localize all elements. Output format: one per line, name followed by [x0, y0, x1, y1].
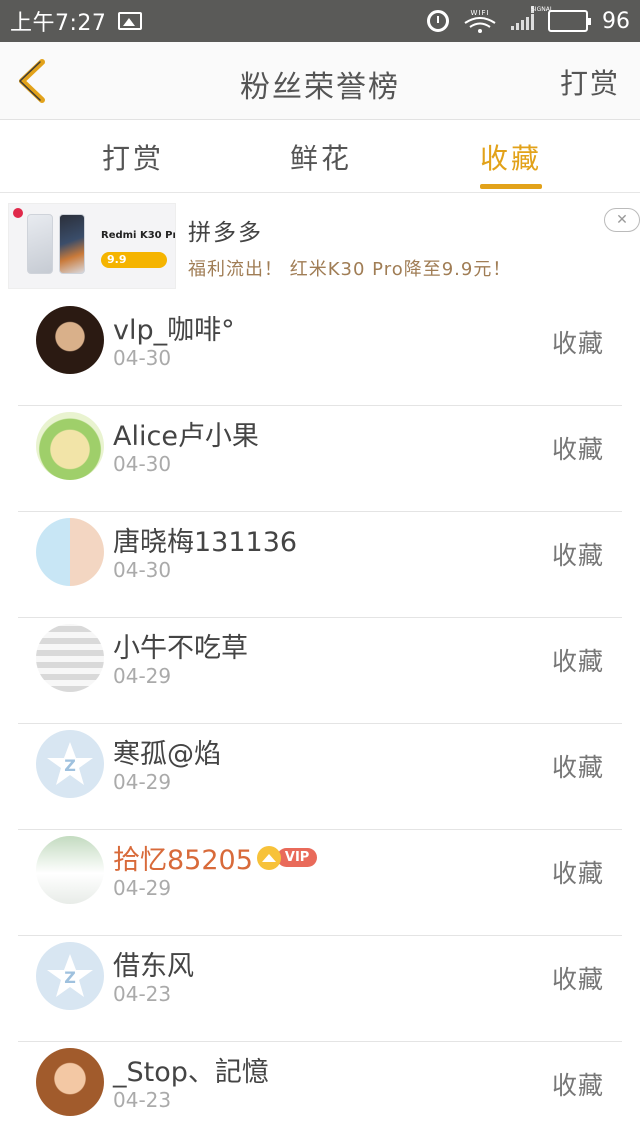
- user-name: Alice卢小果: [113, 421, 259, 452]
- avatar[interactable]: [36, 518, 104, 586]
- item-date: 04-29: [113, 664, 172, 688]
- item-date: 04-29: [113, 770, 172, 794]
- list-item[interactable]: 小牛不吃草 04-29 收藏: [18, 618, 622, 724]
- page-title: 粉丝荣誉榜: [240, 70, 400, 105]
- signal-icon: SIGNAL: [511, 6, 553, 30]
- crown-icon: [256, 845, 281, 870]
- tab-reward[interactable]: 打赏: [102, 137, 164, 177]
- avatar[interactable]: [36, 306, 104, 374]
- user-name: 唐晓梅131136: [113, 527, 298, 558]
- list-item[interactable]: _Stop、記憶 04-23 收藏: [18, 1042, 622, 1138]
- wifi-label: WIFI: [470, 9, 490, 17]
- avatar[interactable]: [36, 1048, 104, 1116]
- user-name: 寒孤@焰: [113, 739, 221, 770]
- phone-front-image: [59, 214, 85, 274]
- default-avatar-star-icon: Z: [47, 954, 93, 997]
- item-action: 收藏: [551, 1071, 604, 1100]
- phone-back-image: [27, 214, 53, 274]
- reward-button[interactable]: 打赏: [560, 62, 620, 102]
- svg-text:Z: Z: [64, 756, 76, 775]
- svg-text:Z: Z: [64, 968, 76, 987]
- status-bar: 上午7:27 WIFI SIGNAL 96: [0, 0, 640, 42]
- ad-price-value: 9.9: [107, 253, 127, 266]
- item-date: 04-30: [113, 558, 172, 582]
- item-action: 收藏: [551, 753, 604, 782]
- list-item[interactable]: vlp_咖啡° 04-30 收藏: [18, 300, 622, 406]
- item-action: 收藏: [551, 435, 604, 464]
- vip-badge: VIP: [276, 848, 318, 867]
- avatar[interactable]: [36, 412, 104, 480]
- item-date: 04-23: [113, 982, 172, 1006]
- user-name: vlp_咖啡°: [113, 315, 235, 346]
- status-icons: WIFI SIGNAL 96: [427, 6, 630, 34]
- alarm-icon: [427, 10, 449, 32]
- item-date: 04-23: [113, 1088, 172, 1112]
- ad-title[interactable]: 拼多多: [188, 213, 263, 247]
- ad-banner[interactable]: Redmi K30 Pro 9.9 拼多多 福利流出！ 红米K30 Pro降至9…: [0, 193, 640, 299]
- ad-description[interactable]: 福利流出！ 红米K30 Pro降至9.9元！: [188, 255, 511, 281]
- avatar[interactable]: Z: [36, 942, 104, 1010]
- tab-favorites[interactable]: 收藏: [480, 137, 542, 177]
- ad-image[interactable]: Redmi K30 Pro 9.9: [8, 203, 176, 289]
- list-item[interactable]: 唐晓梅131136 04-30 收藏: [18, 512, 622, 618]
- user-name: 拾忆85205: [113, 845, 253, 876]
- avatar[interactable]: Z: [36, 730, 104, 798]
- item-action: 收藏: [551, 859, 604, 888]
- avatar[interactable]: [36, 624, 104, 692]
- list-item[interactable]: Z 寒孤@焰 04-29 收藏: [18, 724, 622, 830]
- active-tab-indicator: [480, 184, 542, 189]
- item-action: 收藏: [551, 965, 604, 994]
- item-action: 收藏: [551, 541, 604, 570]
- signal-label: SIGNAL: [531, 6, 554, 13]
- item-date: 04-30: [113, 346, 172, 370]
- fan-list: vlp_咖啡° 04-30 收藏 Alice卢小果 04-30 收藏 唐晓梅13…: [18, 300, 622, 1138]
- user-name: 小牛不吃草: [113, 633, 248, 664]
- user-name: _Stop、記憶: [113, 1057, 269, 1088]
- ad-image-price: 9.9: [101, 252, 167, 268]
- battery-icon: [548, 10, 591, 32]
- close-icon[interactable]: ✕: [604, 208, 640, 232]
- item-date: 04-29: [113, 876, 172, 900]
- default-avatar-star-icon: Z: [47, 742, 93, 785]
- item-action: 收藏: [551, 329, 604, 358]
- item-date: 04-30: [113, 452, 172, 476]
- user-name: 借东风: [113, 951, 194, 982]
- ad-logo-icon: [13, 208, 23, 218]
- tab-flowers[interactable]: 鲜花: [290, 137, 352, 177]
- gallery-icon: [118, 12, 143, 30]
- ad-image-brand: Redmi K30 Pro: [101, 230, 176, 241]
- status-time: 上午7:27: [10, 11, 107, 36]
- tab-bar: 打赏 鲜花 收藏: [0, 121, 640, 193]
- user-name-row: 拾忆85205 VIP: [113, 838, 318, 877]
- item-action: 收藏: [551, 647, 604, 676]
- list-item[interactable]: Z 借东风 04-23 收藏: [18, 936, 622, 1042]
- battery-percent: 96: [602, 8, 630, 34]
- nav-bar: 粉丝荣誉榜 打赏: [0, 42, 640, 120]
- list-item[interactable]: 拾忆85205 VIP 04-29 收藏: [18, 830, 622, 936]
- list-item[interactable]: Alice卢小果 04-30 收藏: [18, 406, 622, 512]
- avatar[interactable]: [36, 836, 104, 904]
- wifi-icon: WIFI: [463, 9, 497, 33]
